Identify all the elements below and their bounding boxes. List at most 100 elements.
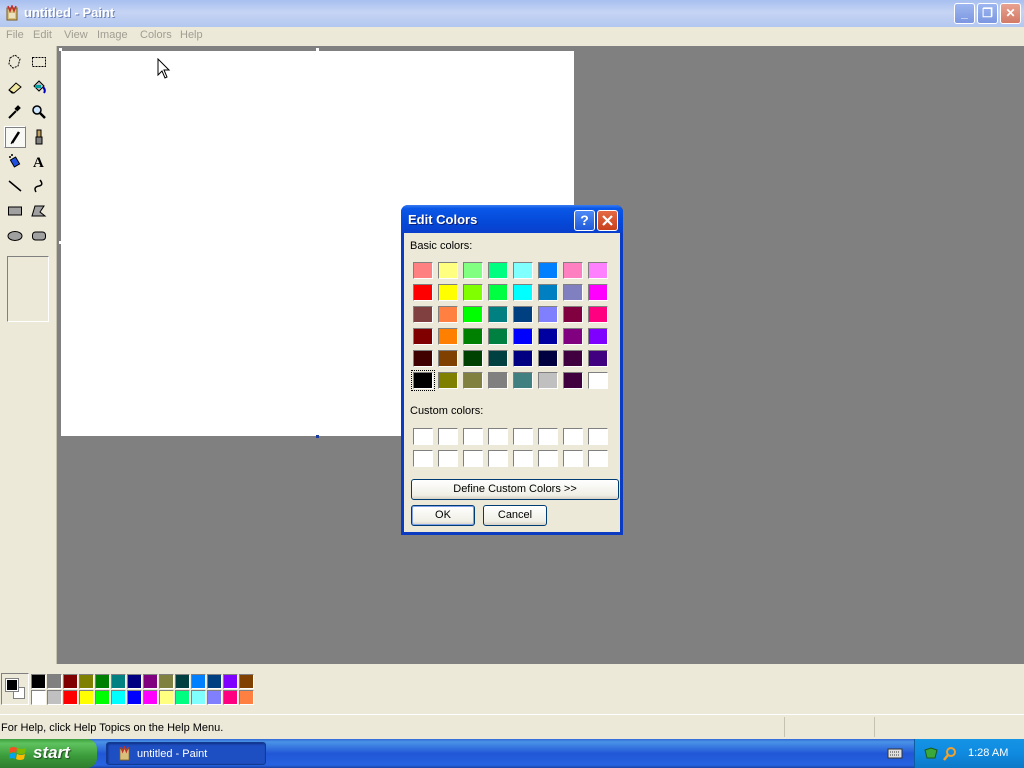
basic-color-swatch[interactable] xyxy=(411,370,435,391)
basic-color-swatch[interactable] xyxy=(563,284,583,301)
palette-swatch[interactable] xyxy=(79,674,94,689)
basic-color-swatch[interactable] xyxy=(438,350,458,367)
basic-color-swatch[interactable] xyxy=(488,262,508,279)
basic-color-swatch[interactable] xyxy=(488,328,508,345)
basic-color-swatch[interactable] xyxy=(563,328,583,345)
palette-swatch[interactable] xyxy=(31,674,46,689)
cancel-button[interactable]: Cancel xyxy=(483,505,547,526)
basic-color-swatch[interactable] xyxy=(438,372,458,389)
palette-swatch[interactable] xyxy=(127,690,142,705)
menu-colors[interactable]: Colors xyxy=(140,29,172,41)
basic-color-swatch[interactable] xyxy=(463,350,483,367)
basic-color-swatch[interactable] xyxy=(588,350,608,367)
custom-color-swatch[interactable] xyxy=(438,450,458,467)
dialog-help-button[interactable]: ? xyxy=(574,210,595,231)
basic-color-swatch[interactable] xyxy=(438,262,458,279)
basic-color-swatch[interactable] xyxy=(513,262,533,279)
basic-color-swatch[interactable] xyxy=(413,350,433,367)
define-custom-colors-button[interactable]: Define Custom Colors >> xyxy=(411,479,619,500)
basic-color-swatch[interactable] xyxy=(513,328,533,345)
custom-color-swatch[interactable] xyxy=(488,450,508,467)
custom-color-swatch[interactable] xyxy=(538,428,558,445)
palette-swatch[interactable] xyxy=(143,690,158,705)
palette-swatch[interactable] xyxy=(175,674,190,689)
polygon-tool[interactable] xyxy=(28,200,50,222)
network-icon[interactable] xyxy=(923,746,939,762)
palette-swatch[interactable] xyxy=(207,690,222,705)
basic-color-swatch[interactable] xyxy=(413,262,433,279)
eraser-tool[interactable] xyxy=(4,76,26,98)
custom-color-swatch[interactable] xyxy=(513,428,533,445)
basic-color-swatch[interactable] xyxy=(488,306,508,323)
basic-color-swatch[interactable] xyxy=(588,262,608,279)
basic-color-swatch[interactable] xyxy=(538,262,558,279)
resize-handle-bottom[interactable] xyxy=(316,435,319,438)
basic-color-swatch[interactable] xyxy=(563,262,583,279)
start-button[interactable]: start xyxy=(0,739,97,768)
curve-tool[interactable] xyxy=(28,175,50,197)
dialog-close-button[interactable] xyxy=(597,210,618,231)
menu-view[interactable]: View xyxy=(64,29,88,41)
custom-color-swatch[interactable] xyxy=(463,450,483,467)
pencil-tool[interactable] xyxy=(4,126,26,148)
basic-color-swatch[interactable] xyxy=(413,306,433,323)
custom-color-swatch[interactable] xyxy=(438,428,458,445)
dialog-titlebar[interactable]: Edit Colors ? xyxy=(401,205,623,233)
palette-swatch[interactable] xyxy=(127,674,142,689)
palette-swatch[interactable] xyxy=(239,690,254,705)
text-tool[interactable]: A xyxy=(28,150,50,172)
menu-help[interactable]: Help xyxy=(180,29,203,41)
custom-color-swatch[interactable] xyxy=(563,450,583,467)
basic-color-swatch[interactable] xyxy=(588,328,608,345)
basic-color-swatch[interactable] xyxy=(563,372,583,389)
menu-edit[interactable]: Edit xyxy=(33,29,52,41)
rounded-rectangle-tool[interactable] xyxy=(28,225,50,247)
ok-button[interactable]: OK xyxy=(411,505,475,526)
custom-color-swatch[interactable] xyxy=(463,428,483,445)
basic-color-swatch[interactable] xyxy=(513,350,533,367)
palette-swatch[interactable] xyxy=(47,674,62,689)
close-button[interactable]: ✕ xyxy=(1000,3,1021,24)
ellipse-tool[interactable] xyxy=(4,225,26,247)
minimize-button[interactable]: _ xyxy=(954,3,975,24)
palette-swatch[interactable] xyxy=(191,690,206,705)
basic-color-swatch[interactable] xyxy=(538,328,558,345)
palette-swatch[interactable] xyxy=(47,690,62,705)
basic-color-swatch[interactable] xyxy=(463,328,483,345)
basic-color-swatch[interactable] xyxy=(488,284,508,301)
taskbar-item-paint[interactable]: untitled - Paint xyxy=(106,742,266,765)
palette-swatch[interactable] xyxy=(111,690,126,705)
basic-color-swatch[interactable] xyxy=(413,328,433,345)
basic-color-swatch[interactable] xyxy=(563,350,583,367)
airbrush-tool[interactable] xyxy=(4,150,26,172)
custom-color-swatch[interactable] xyxy=(563,428,583,445)
free-form-select-tool[interactable] xyxy=(4,51,26,73)
basic-color-swatch[interactable] xyxy=(463,372,483,389)
palette-swatch[interactable] xyxy=(223,690,238,705)
basic-color-swatch[interactable] xyxy=(538,350,558,367)
palette-swatch[interactable] xyxy=(111,674,126,689)
basic-color-swatch[interactable] xyxy=(513,284,533,301)
basic-color-swatch[interactable] xyxy=(488,372,508,389)
palette-swatch[interactable] xyxy=(159,674,174,689)
palette-swatch[interactable] xyxy=(95,674,110,689)
basic-color-swatch[interactable] xyxy=(513,306,533,323)
magnifier-tool[interactable] xyxy=(28,101,50,123)
palette-swatch[interactable] xyxy=(31,690,46,705)
palette-swatch[interactable] xyxy=(159,690,174,705)
basic-color-swatch[interactable] xyxy=(588,372,608,389)
search-icon[interactable] xyxy=(942,746,958,762)
basic-color-swatch[interactable] xyxy=(563,306,583,323)
basic-color-swatch[interactable] xyxy=(488,350,508,367)
palette-swatch[interactable] xyxy=(207,674,222,689)
tool-options-box[interactable] xyxy=(7,256,49,322)
basic-color-swatch[interactable] xyxy=(538,372,558,389)
line-tool[interactable] xyxy=(4,175,26,197)
rectangle-tool[interactable] xyxy=(4,200,26,222)
select-tool[interactable] xyxy=(28,51,50,73)
menu-image[interactable]: Image xyxy=(97,29,128,41)
custom-color-swatch[interactable] xyxy=(488,428,508,445)
basic-color-swatch[interactable] xyxy=(438,284,458,301)
custom-color-swatch[interactable] xyxy=(538,450,558,467)
basic-color-swatch[interactable] xyxy=(463,284,483,301)
